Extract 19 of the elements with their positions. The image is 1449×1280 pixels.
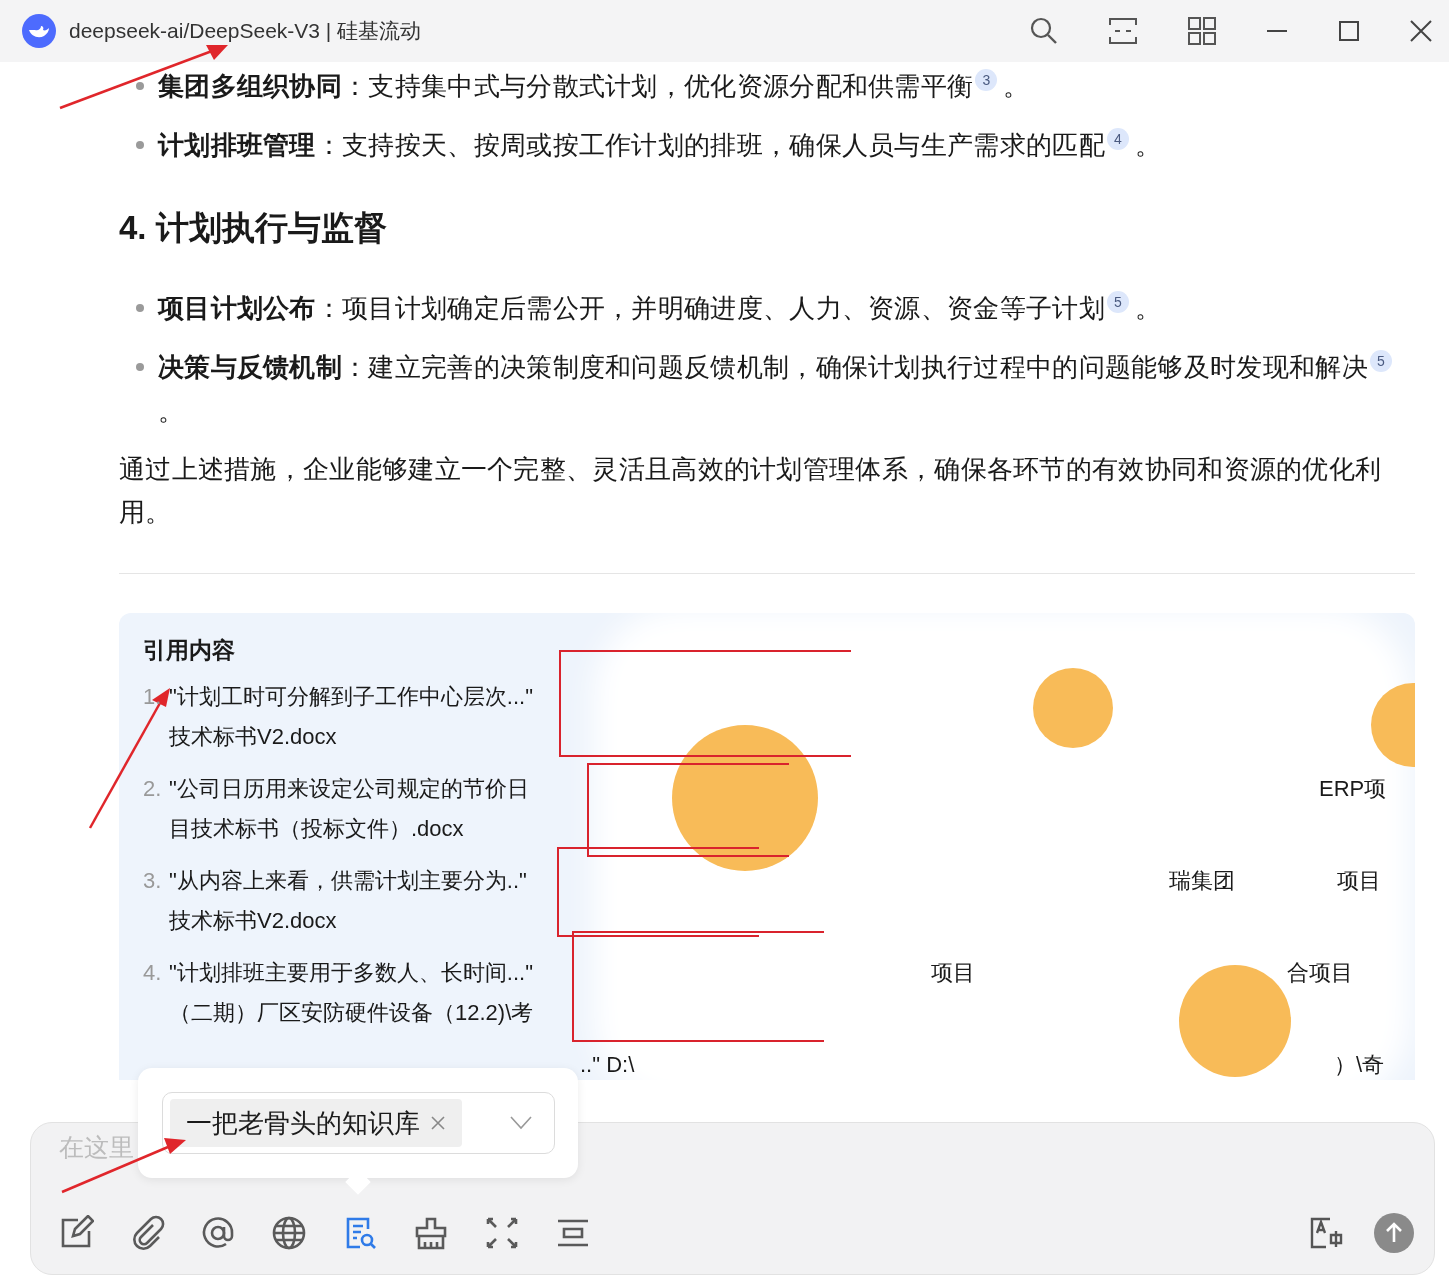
reference-fragment: ERP项 [1319,775,1387,803]
bullet-text: 决策与反馈机制：建立完善的决策制度和问题反馈机制，确保计划执行过程中的问题能够及时发现和解决$^{5}$。 [158,345,1415,433]
reference-fragment: .." D:\ [580,1051,635,1079]
references-title: 引用内容 [143,636,236,665]
reference-number: 2. [143,775,163,803]
bullet-text: 集团多组织协同：支持集中式与分散式计划，优化资源分配和供需平衡$^{3}$。 [158,68,1030,103]
reference-fragment: ）\奇 [1334,1051,1385,1079]
bullet-text: 项目计划公布：项目计划确定后需公开，并明确进度、人力、资源、资金等子计划$^{5}$。 [158,290,1162,325]
reference-fragment: 项目 [931,959,975,987]
window-title: deepseek-ai/DeepSeek-V3 | 硅基流动 [69,18,422,44]
reference-fragment: 瑞集团 [1169,867,1235,895]
bullet-text: 计划排班管理：支持按天、按周或按工作计划的排班，确保人员与生产需求的匹配$^{4}$。 [158,127,1162,162]
reference-number: 3. [143,867,163,895]
summary-paragraph: 通过上述措施，企业能够建立一个完整、灵活且高效的计划管理体系，确保各环节的有效协同和资源的优化利用。 [119,453,1383,529]
reference-number: 1. [143,683,163,711]
reference-fragment: 合项目 [1287,959,1353,987]
reference-number: 4. [143,959,163,987]
reference-fragment: 项目 [1337,867,1381,895]
section-heading: 4. 计划执行与监督 [119,208,388,248]
